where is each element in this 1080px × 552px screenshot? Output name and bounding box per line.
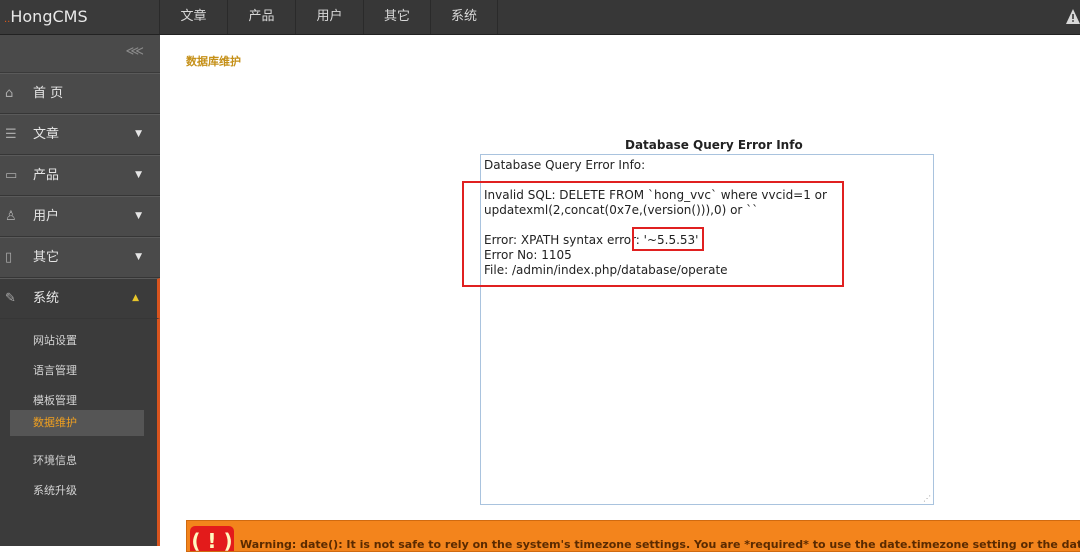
document-icon: ▯ [5, 250, 13, 265]
topnav-system[interactable]: 系统 [431, 0, 498, 34]
submenu-environment[interactable]: 环境信息 [33, 452, 77, 468]
warning-text: Warning: date(): It is not safe to rely … [240, 538, 1080, 551]
caret-down-icon: ▼ [135, 170, 142, 180]
monitor-icon: ▭ [5, 168, 18, 183]
sidebar-item-label: 用户 [33, 209, 60, 224]
submenu-upgrade[interactable]: 系统升级 [33, 482, 77, 498]
system-submenu: 网站设置 语言管理 模板管理 数据维护 环境信息 系统升级 [0, 319, 160, 546]
main-content: 数据库维护 Database Query Error Info Database… [160, 35, 1080, 552]
double-chevron-left-icon: ⋘ [125, 44, 145, 59]
error-heading: Database Query Error Info [625, 138, 803, 152]
topnav-products[interactable]: 产品 [228, 0, 296, 34]
warning-icon: ( ! ) [190, 526, 234, 551]
topnav-users[interactable]: 用户 [296, 0, 364, 34]
topnav-articles[interactable]: 文章 [160, 0, 228, 34]
alert-icon[interactable] [1066, 8, 1080, 26]
sidebar-item-other[interactable]: ▯ 其它 ▼ [0, 237, 160, 278]
app-logo[interactable]: ..HongCMS [0, 0, 160, 34]
topnav-other[interactable]: 其它 [364, 0, 431, 34]
page-title: 数据库维护 [186, 55, 241, 68]
sidebar-item-users[interactable]: ♙ 用户 ▼ [0, 196, 160, 237]
sidebar-item-system[interactable]: ✎ 系统 ▲ [0, 278, 160, 319]
submenu-language[interactable]: 语言管理 [33, 362, 77, 378]
submenu-site-settings[interactable]: 网站设置 [33, 332, 77, 348]
submenu-database[interactable]: 数据维护 [10, 410, 144, 436]
submenu-templates[interactable]: 模板管理 [33, 392, 77, 408]
sidebar-item-articles[interactable]: ☰ 文章 ▼ [0, 114, 160, 155]
error-line: Database Query Error Info: [484, 158, 646, 172]
sidebar-item-label: 产品 [33, 168, 60, 183]
sidebar-item-label: 首 页 [33, 86, 64, 101]
sidebar-item-products[interactable]: ▭ 产品 ▼ [0, 155, 160, 196]
caret-down-icon: ▼ [135, 129, 142, 139]
sidebar-item-label: 系统 [33, 291, 60, 306]
home-icon: ⌂ [5, 86, 14, 101]
wrench-icon: ✎ [5, 291, 16, 306]
sidebar-item-home[interactable]: ⌂ 首 页 [0, 73, 160, 114]
sidebar: ⋘ ⌂ 首 页 ☰ 文章 ▼ ▭ 产品 ▼ ♙ 用户 ▼ ▯ 其它 ▼ ✎ 系统… [0, 35, 160, 546]
top-navbar: ..HongCMS 文章 产品 用户 其它 系统 [0, 0, 1080, 35]
list-icon: ☰ [5, 127, 17, 142]
sidebar-item-label: 文章 [33, 127, 60, 142]
caret-down-icon: ▼ [135, 211, 142, 221]
resize-grip-icon[interactable]: ⋰ [923, 495, 931, 503]
caret-up-icon: ▲ [132, 293, 139, 303]
sidebar-item-label: 其它 [33, 250, 60, 265]
user-icon: ♙ [5, 209, 17, 224]
logo-text: HongCMS [10, 7, 88, 26]
caret-down-icon: ▼ [135, 252, 142, 262]
sidebar-collapse-button[interactable]: ⋘ [0, 35, 160, 73]
php-warning-bar: ( ! ) Warning: date(): It is not safe to… [186, 520, 1080, 552]
highlight-box-version [632, 227, 704, 251]
